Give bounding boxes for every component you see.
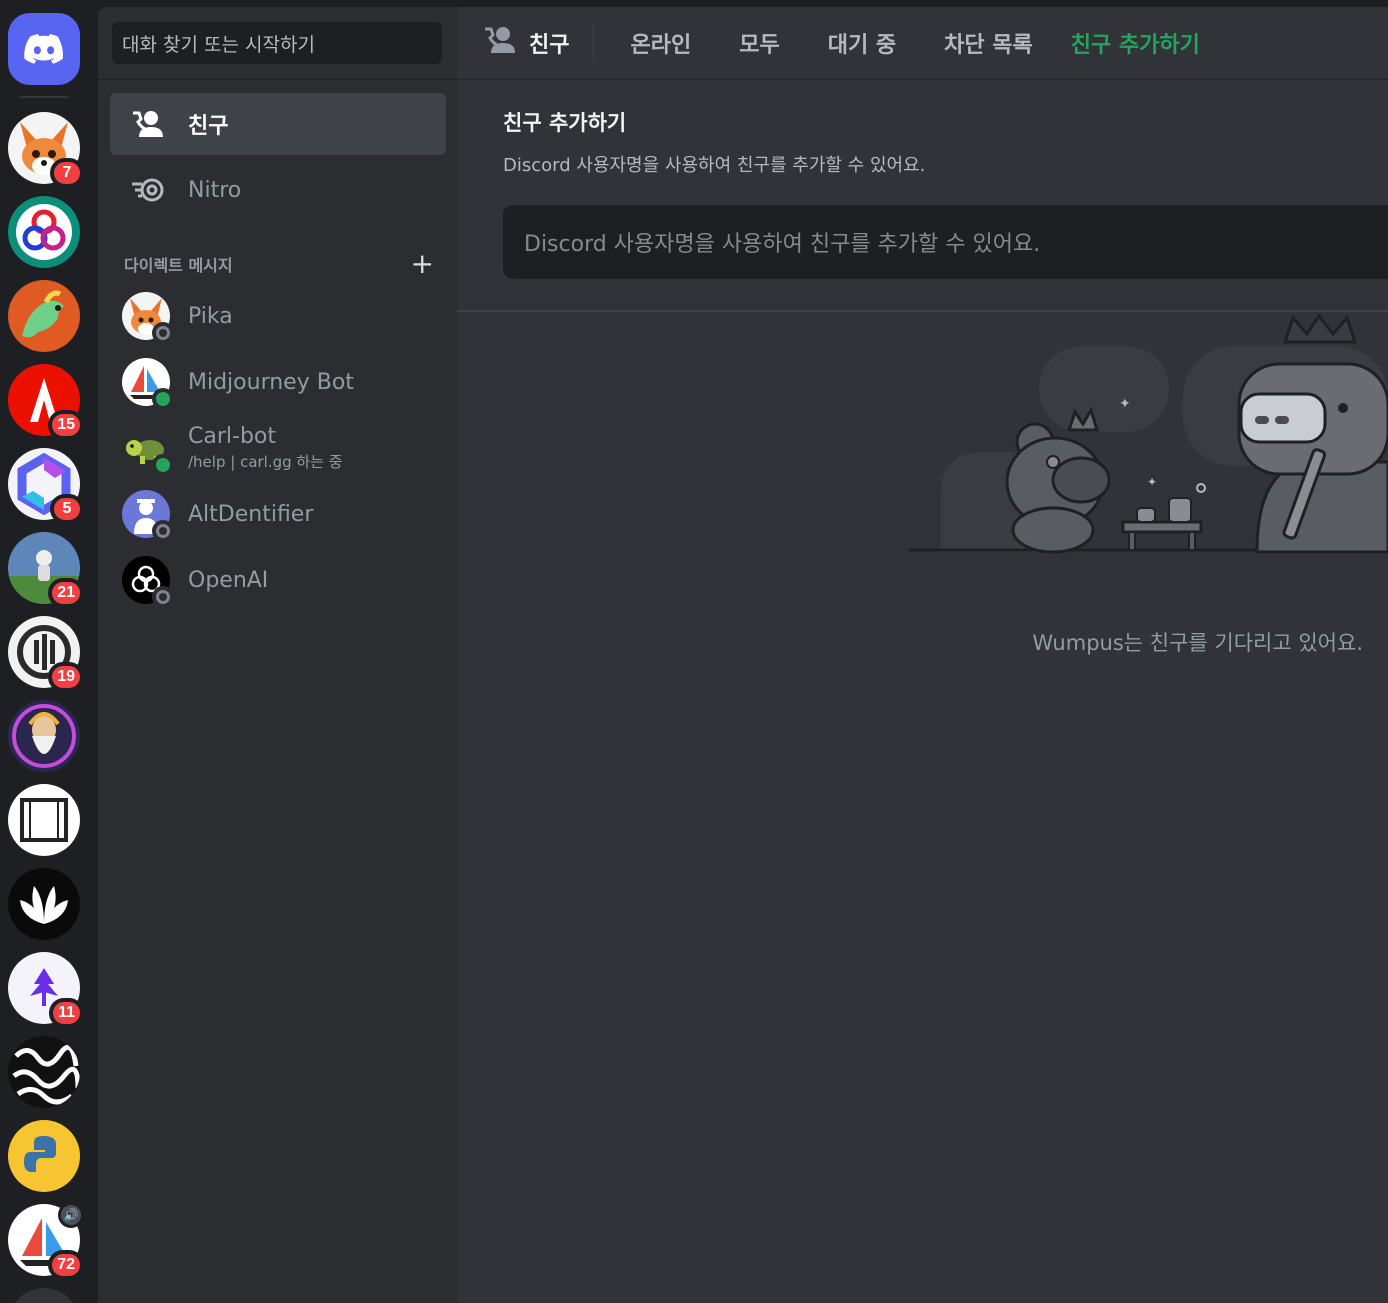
dm-item-altdentifier[interactable]: AltDentifier [110,483,446,545]
server-hexagon[interactable]: 5 [8,448,84,524]
friends-title-label: 친구 [529,33,570,58]
discord-logo-icon [24,34,63,64]
svg-text:✦: ✦ [1147,475,1157,489]
dm-item-pika[interactable]: Pika [110,285,446,347]
server-partial[interactable] [8,1288,80,1303]
dm-item-openai[interactable]: OpenAI [110,549,446,611]
svg-text:✦: ✦ [1119,396,1131,412]
server-openai-swirl[interactable] [8,196,80,268]
server-unread-badge: 72 [48,1250,84,1280]
friends-icon [130,106,166,142]
search-placeholder: 대화 찾기 또는 시작하기 [122,33,315,56]
avatar [122,424,174,476]
server-horse-art[interactable] [8,280,80,352]
status-online-indicator [152,388,174,410]
tab-all[interactable]: 모두 [721,21,797,65]
film-frame-icon [8,784,80,856]
dm-section-title: 다이렉트 메시지 [124,256,233,275]
server-adobe[interactable]: 15 [8,364,84,440]
wumpus-waiting-illustration: ✦ ✦ [909,313,1388,554]
tab-add-friend[interactable]: 친구 추가하기 [1063,21,1208,65]
nitro-icon [130,172,166,208]
server-unread-badge: 5 [50,494,84,524]
server-python[interactable] [8,1120,80,1192]
server-unread-badge: 15 [48,410,84,440]
server-unread-badge: 11 [49,998,84,1028]
server-film-frame[interactable] [8,784,80,856]
empty-state-message: Wumpus는 친구를 기다리고 있어요. [1032,631,1363,655]
avatar [122,556,174,608]
server-audio-logo[interactable]: 19 [8,616,84,692]
sidebar-header: 대화 찾기 또는 시작하기 [98,7,457,80]
tab-blocked[interactable]: 차단 목록 [926,21,1051,65]
tab-online[interactable]: 온라인 [612,21,709,65]
add-friend-placeholder: Discord 사용자명을 사용하여 친구를 추가할 수 있어요. [524,232,1041,257]
dm-section-header: 다이렉트 메시지 + [124,250,434,278]
server-lotus[interactable] [8,868,80,940]
avatar [122,292,174,344]
dm-item-carl-bot[interactable]: Carl-bot /help | carl.gg 하는 중 [110,417,446,479]
dm-name: OpenAI [188,567,269,593]
conversation-search-button[interactable]: 대화 찾기 또는 시작하기 [112,22,442,64]
pattern-icon [8,1036,80,1108]
server-unread-badge: 7 [50,158,84,188]
dm-name: Midjourney Bot [188,369,354,395]
swirl-logo-icon [8,196,80,268]
avatar [122,490,174,542]
server-pika[interactable]: 7 [8,112,84,188]
dm-item-midjourney-bot[interactable]: Midjourney Bot [110,351,446,413]
topbar-divider [593,24,595,62]
lotus-icon [8,868,80,940]
status-offline-indicator [152,520,174,542]
dm-activity: /help | carl.gg 하는 중 [188,453,343,471]
server-unread-badge: 19 [48,662,84,692]
create-dm-button[interactable]: + [411,250,434,278]
friends-icon [483,25,517,61]
speaker-icon: 🔊 [61,1205,81,1225]
server-pattern[interactable] [8,1036,80,1108]
dm-name: AltDentifier [188,501,314,527]
rail-divider [20,96,68,98]
dm-name: Pika [188,303,233,329]
add-friend-section: 친구 추가하기 Discord 사용자명을 사용하여 친구를 추가할 수 있어요… [503,107,1388,279]
server-rail: 7 15 5 21 19 11 🔊 72 [0,0,98,1303]
add-friend-title: 친구 추가하기 [503,111,627,135]
status-online-indicator [152,454,174,476]
dm-name: Carl-bot [188,424,276,449]
server-sailboat[interactable]: 🔊 72 [8,1202,84,1280]
voice-indicator: 🔊 [58,1202,84,1228]
wizard-icon [8,700,80,772]
friends-main-panel: 친구 온라인 모두 대기 중 차단 목록 친구 추가하기 친구 추가하기 Dis… [457,7,1388,1303]
server-purple-tree[interactable]: 11 [8,952,84,1028]
add-friend-username-input[interactable]: Discord 사용자명을 사용하여 친구를 추가할 수 있어요. [503,205,1388,279]
server-astronaut[interactable]: 21 [8,532,84,608]
python-logo-icon [8,1120,80,1192]
status-offline-indicator [152,322,174,344]
friends-topbar: 친구 온라인 모두 대기 중 차단 목록 친구 추가하기 [457,7,1388,80]
avatar [122,358,174,410]
horse-art-icon [8,280,80,352]
add-friend-description: Discord 사용자명을 사용하여 친구를 추가할 수 있어요. [503,155,926,176]
home-button[interactable] [8,13,80,85]
server-unread-badge: 21 [48,578,84,608]
nav-nitro[interactable]: Nitro [110,159,446,221]
server-wizard[interactable] [8,700,80,772]
nav-friends-label: 친구 [188,114,229,139]
friends-title: 친구 [483,25,569,61]
dm-sidebar: 대화 찾기 또는 시작하기 친구 Nitro 다이렉트 메시지 + Pika M… [98,7,457,1303]
tab-pending[interactable]: 대기 중 [810,21,914,65]
nav-friends[interactable]: 친구 [110,93,446,155]
nav-nitro-label: Nitro [188,177,242,203]
status-offline-indicator [152,586,174,608]
